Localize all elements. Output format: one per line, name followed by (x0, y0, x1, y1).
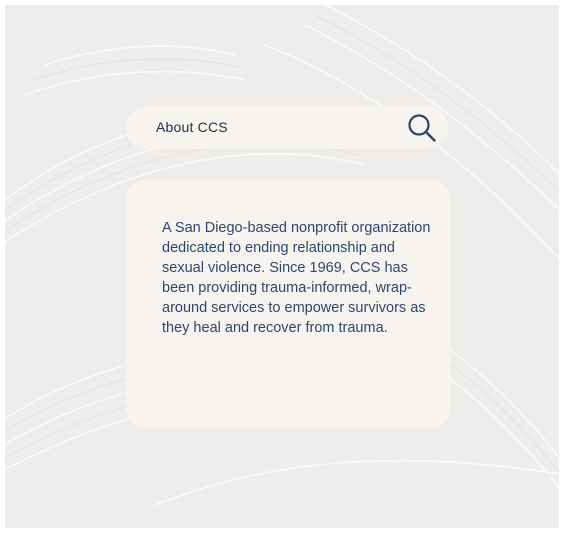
search-bar[interactable]: About CCS (126, 106, 448, 149)
search-label: About CCS (156, 119, 228, 135)
background-canvas: About CCS A San Diego-based nonprofit or… (5, 5, 559, 528)
about-description: A San Diego-based nonprofit organization… (162, 220, 431, 336)
about-card: A San Diego-based nonprofit organization… (126, 180, 451, 428)
search-icon[interactable] (406, 112, 438, 144)
